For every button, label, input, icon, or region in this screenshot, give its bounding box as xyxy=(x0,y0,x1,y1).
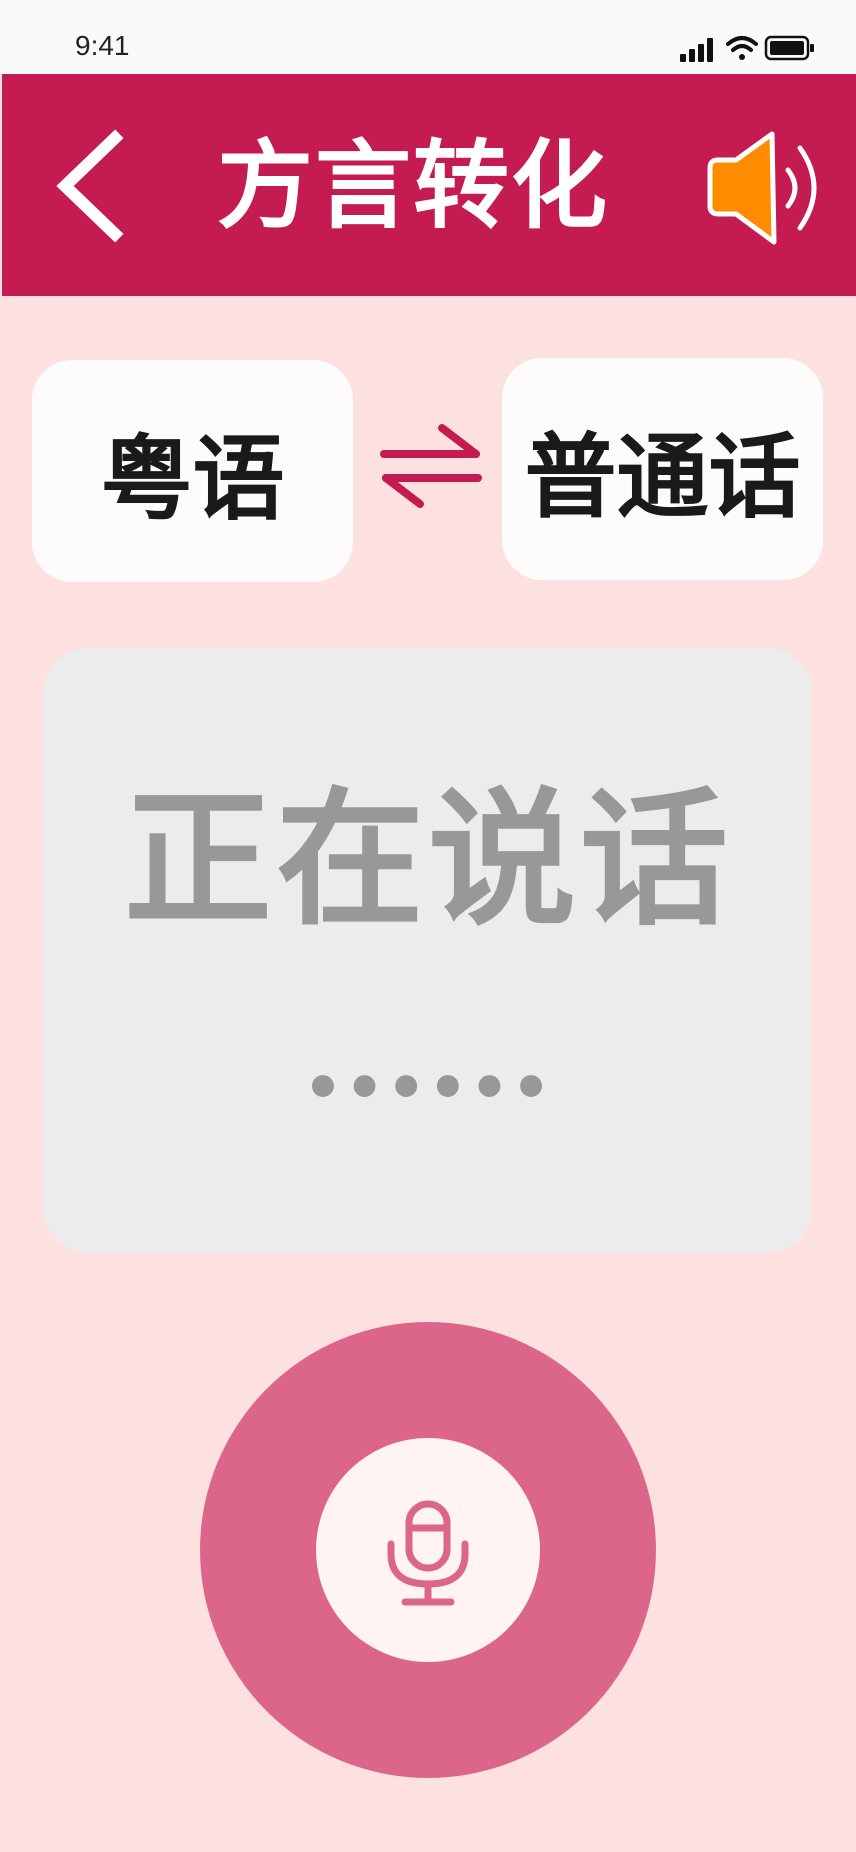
status-icons xyxy=(680,35,814,62)
record-button[interactable] xyxy=(200,1322,656,1778)
battery-icon xyxy=(764,35,814,61)
swap-arrows-icon[interactable] xyxy=(378,418,484,514)
speech-dots: •••••• xyxy=(303,1051,553,1124)
source-language-label: 粤语 xyxy=(100,425,285,533)
source-language-button[interactable]: 粤语 xyxy=(32,360,353,582)
speech-panel: 正在说话 •••••• xyxy=(44,648,812,1252)
microphone-icon xyxy=(387,1500,469,1606)
speaker-icon[interactable] xyxy=(702,130,826,246)
app-header: 方言转化 xyxy=(2,74,856,296)
wifi-icon xyxy=(726,36,758,60)
speech-status-text: 正在说话 xyxy=(124,774,732,946)
signal-icon xyxy=(680,38,713,62)
back-arrow-icon[interactable] xyxy=(47,126,137,246)
target-language-label: 普通话 xyxy=(524,423,801,531)
target-language-button[interactable]: 普通话 xyxy=(502,358,823,580)
page-title: 方言转化 xyxy=(217,130,609,242)
app-screen: 9:41 方言转化 粤语 普通话 正在说话 •••••• xyxy=(0,0,856,1852)
status-time: 9:41 xyxy=(75,30,130,61)
record-button-inner[interactable] xyxy=(316,1438,540,1662)
status-bar: 9:41 xyxy=(0,0,856,74)
